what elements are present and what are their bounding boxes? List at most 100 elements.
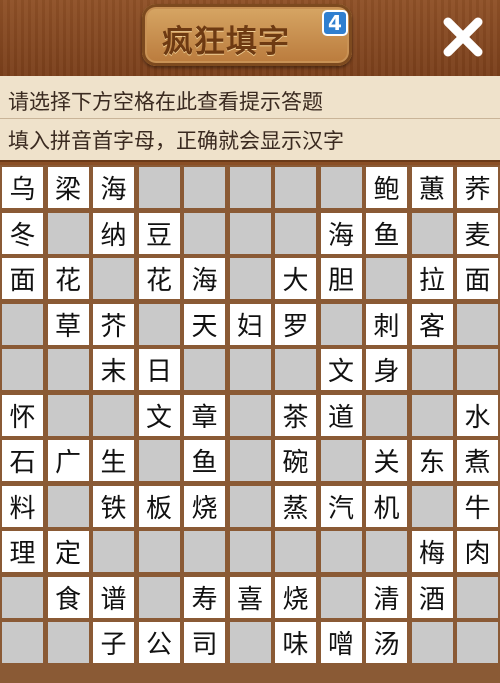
letter-cell[interactable]: 纳 [93, 212, 134, 254]
letter-cell[interactable]: 水 [457, 394, 498, 436]
letter-cell[interactable]: 鱼 [184, 440, 225, 481]
letter-cell[interactable]: 汤 [366, 622, 407, 663]
letter-cell[interactable]: 生 [93, 440, 134, 481]
blank-cell[interactable] [2, 349, 43, 390]
close-button[interactable] [440, 14, 486, 60]
blank-cell[interactable] [229, 258, 271, 299]
letter-cell[interactable]: 身 [366, 349, 407, 390]
letter-cell[interactable]: 汽 [320, 485, 362, 527]
letter-cell[interactable]: 荞 [457, 167, 498, 208]
blank-cell[interactable] [47, 485, 89, 527]
blank-cell[interactable] [229, 394, 271, 436]
letter-cell[interactable]: 寿 [184, 576, 225, 618]
letter-cell[interactable]: 谱 [93, 576, 134, 618]
letter-cell[interactable]: 客 [411, 303, 453, 345]
letter-cell[interactable]: 蒸 [275, 485, 316, 527]
letter-cell[interactable]: 关 [366, 440, 407, 481]
blank-cell[interactable] [93, 258, 134, 299]
blank-cell[interactable] [47, 394, 89, 436]
letter-cell[interactable]: 麦 [457, 212, 498, 254]
blank-cell[interactable] [93, 394, 134, 436]
blank-cell[interactable] [320, 440, 362, 481]
blank-cell[interactable] [138, 303, 180, 345]
blank-cell[interactable] [47, 212, 89, 254]
blank-cell[interactable] [2, 303, 43, 345]
letter-cell[interactable]: 罗 [275, 303, 316, 345]
blank-cell[interactable] [229, 212, 271, 254]
letter-cell[interactable]: 茶 [275, 394, 316, 436]
letter-cell[interactable]: 清 [366, 576, 407, 618]
blank-cell[interactable] [47, 622, 89, 663]
blank-cell[interactable] [2, 576, 43, 618]
letter-cell[interactable]: 草 [47, 303, 89, 345]
letter-cell[interactable]: 料 [2, 485, 43, 527]
blank-cell[interactable] [184, 349, 225, 390]
blank-cell[interactable] [411, 212, 453, 254]
blank-cell[interactable] [229, 622, 271, 663]
blank-cell[interactable] [366, 531, 407, 572]
letter-cell[interactable]: 机 [366, 485, 407, 527]
blank-cell[interactable] [411, 349, 453, 390]
letter-cell[interactable]: 东 [411, 440, 453, 481]
blank-cell[interactable] [138, 531, 180, 572]
letter-cell[interactable]: 妇 [229, 303, 271, 345]
letter-cell[interactable]: 刺 [366, 303, 407, 345]
letter-cell[interactable]: 末 [93, 349, 134, 390]
letter-cell[interactable]: 铁 [93, 485, 134, 527]
letter-cell[interactable]: 子 [93, 622, 134, 663]
letter-cell[interactable]: 面 [2, 258, 43, 299]
letter-cell[interactable]: 乌 [2, 167, 43, 208]
letter-cell[interactable]: 怀 [2, 394, 43, 436]
blank-cell[interactable] [184, 167, 225, 208]
letter-cell[interactable]: 梅 [411, 531, 453, 572]
letter-cell[interactable]: 大 [275, 258, 316, 299]
letter-cell[interactable]: 司 [184, 622, 225, 663]
letter-cell[interactable]: 花 [138, 258, 180, 299]
blank-cell[interactable] [320, 576, 362, 618]
blank-cell[interactable] [47, 349, 89, 390]
letter-cell[interactable]: 文 [138, 394, 180, 436]
letter-cell[interactable]: 文 [320, 349, 362, 390]
blank-cell[interactable] [320, 167, 362, 208]
letter-cell[interactable]: 噌 [320, 622, 362, 663]
letter-cell[interactable]: 海 [93, 167, 134, 208]
blank-cell[interactable] [457, 303, 498, 345]
blank-cell[interactable] [320, 531, 362, 572]
blank-cell[interactable] [184, 212, 225, 254]
letter-cell[interactable]: 章 [184, 394, 225, 436]
blank-cell[interactable] [229, 440, 271, 481]
letter-cell[interactable]: 冬 [2, 212, 43, 254]
letter-cell[interactable]: 道 [320, 394, 362, 436]
blank-cell[interactable] [229, 167, 271, 208]
letter-cell[interactable]: 肉 [457, 531, 498, 572]
blank-cell[interactable] [93, 531, 134, 572]
letter-cell[interactable]: 梁 [47, 167, 89, 208]
blank-cell[interactable] [457, 622, 498, 663]
letter-cell[interactable]: 煮 [457, 440, 498, 481]
blank-cell[interactable] [320, 303, 362, 345]
letter-cell[interactable]: 烧 [184, 485, 225, 527]
letter-cell[interactable]: 面 [457, 258, 498, 299]
letter-cell[interactable]: 定 [47, 531, 89, 572]
letter-cell[interactable]: 广 [47, 440, 89, 481]
blank-cell[interactable] [275, 167, 316, 208]
blank-cell[interactable] [275, 349, 316, 390]
letter-cell[interactable]: 喜 [229, 576, 271, 618]
letter-cell[interactable]: 碗 [275, 440, 316, 481]
blank-cell[interactable] [411, 394, 453, 436]
letter-cell[interactable]: 天 [184, 303, 225, 345]
blank-cell[interactable] [457, 349, 498, 390]
blank-cell[interactable] [184, 531, 225, 572]
letter-cell[interactable]: 拉 [411, 258, 453, 299]
letter-cell[interactable]: 鱼 [366, 212, 407, 254]
letter-cell[interactable]: 日 [138, 349, 180, 390]
letter-cell[interactable]: 鲍 [366, 167, 407, 208]
letter-cell[interactable]: 海 [184, 258, 225, 299]
blank-cell[interactable] [366, 258, 407, 299]
blank-cell[interactable] [411, 622, 453, 663]
blank-cell[interactable] [229, 531, 271, 572]
blank-cell[interactable] [229, 485, 271, 527]
letter-cell[interactable]: 理 [2, 531, 43, 572]
letter-cell[interactable]: 海 [320, 212, 362, 254]
blank-cell[interactable] [2, 622, 43, 663]
